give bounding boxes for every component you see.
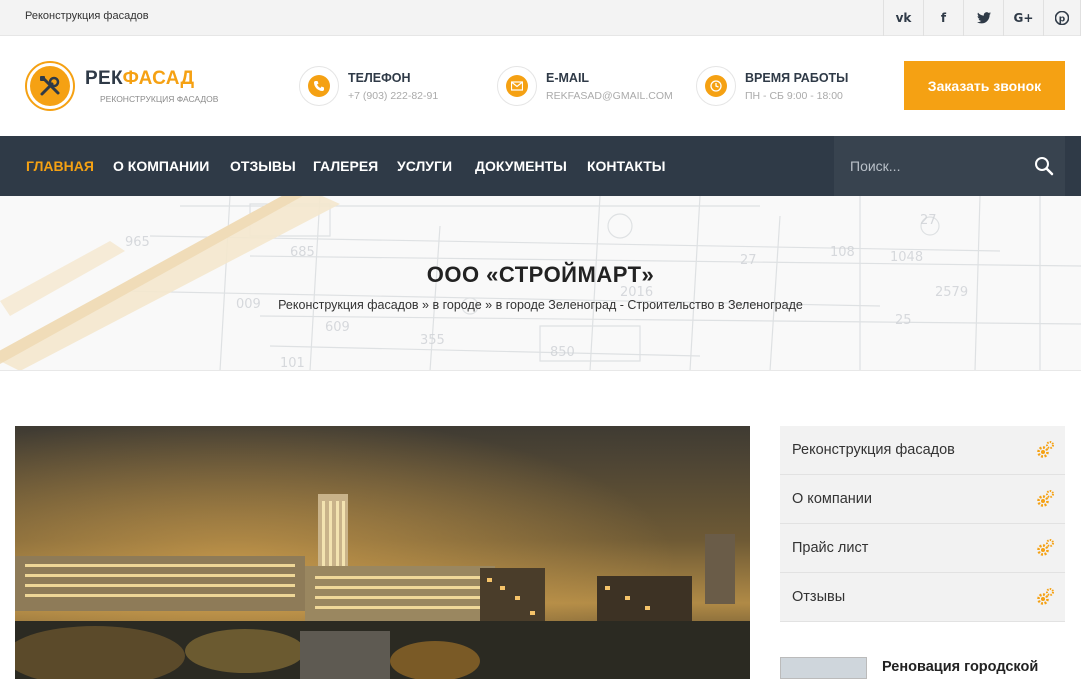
sidebar-menu: Реконструкция фасадов О компании Прайс л… xyxy=(780,426,1065,622)
email-value[interactable]: REKFASAD@GMAIL.COM xyxy=(546,90,673,102)
svg-text:p: p xyxy=(1059,15,1066,25)
nav-item-services[interactable]: УСЛУГИ xyxy=(397,158,452,174)
gear-icon xyxy=(1037,588,1054,605)
nav-item-contacts[interactable]: КОНТАКТЫ xyxy=(587,158,665,174)
mail-icon xyxy=(497,66,537,106)
main-navigation: ГЛАВНАЯ О КОМПАНИИ ОТЗЫВЫ ГАЛЕРЕЯ УСЛУГИ… xyxy=(0,136,1081,196)
sidebar-item[interactable]: О компании xyxy=(780,475,1065,524)
site-tagline: Реконструкция фасадов xyxy=(25,10,149,22)
phone-title: ТЕЛЕФОН xyxy=(348,71,411,85)
order-call-button[interactable]: Заказать звонок xyxy=(904,61,1065,110)
nav-item-home[interactable]: ГЛАВНАЯ xyxy=(26,158,94,174)
pinterest-icon[interactable]: p xyxy=(1043,0,1081,36)
gear-icon xyxy=(1037,539,1054,556)
breadcrumb-item[interactable]: Реконструкция фасадов xyxy=(278,298,418,312)
clock-icon xyxy=(696,66,736,106)
search-icon[interactable] xyxy=(1034,156,1054,176)
gear-icon xyxy=(1037,441,1054,458)
gear-icon xyxy=(1037,490,1054,507)
site-header: РЕКФАСАД РЕКОНСТРУКЦИЯ ФАСАДОВ ТЕЛЕФОН +… xyxy=(0,36,1081,136)
email-title: E-MAIL xyxy=(546,71,590,85)
city-night-photo xyxy=(15,426,750,679)
search-box xyxy=(834,136,1065,196)
google-plus-icon[interactable]: G+ xyxy=(1003,0,1043,36)
sidebar-item[interactable]: Отзывы xyxy=(780,573,1065,622)
nav-item-gallery[interactable]: ГАЛЕРЕЯ xyxy=(313,158,378,174)
breadcrumb-current: в городе Зеленоград - Строительство в Зе… xyxy=(495,298,803,312)
logo-icon[interactable] xyxy=(25,61,75,111)
nav-item-about[interactable]: О КОМПАНИИ xyxy=(113,158,209,174)
sidebar-item[interactable]: Реконструкция фасадов xyxy=(780,426,1065,475)
phone-value[interactable]: +7 (903) 222-82-91 xyxy=(348,90,438,102)
breadcrumb: Реконструкция фасадов » в городе » в гор… xyxy=(278,298,803,312)
facebook-icon[interactable]: f xyxy=(923,0,963,36)
news-thumbnail[interactable] xyxy=(780,657,867,679)
nav-item-documents[interactable]: ДОКУМЕНТЫ xyxy=(475,158,567,174)
twitter-icon[interactable] xyxy=(963,0,1003,36)
page-banner: 27 27 2016 1048 2579 25 609 355 850 101 … xyxy=(0,196,1081,371)
social-links: vk f G+ p xyxy=(883,0,1081,36)
search-input[interactable] xyxy=(834,136,1024,196)
nav-item-reviews[interactable]: ОТЗЫВЫ xyxy=(230,158,296,174)
logo-text[interactable]: РЕКФАСАД xyxy=(85,68,194,90)
logo-subtitle: РЕКОНСТРУКЦИЯ ФАСАДОВ xyxy=(100,94,219,104)
hours-title: ВРЕМЯ РАБОТЫ xyxy=(745,71,849,85)
breadcrumb-item[interactable]: в городе xyxy=(432,298,481,312)
top-bar: Реконструкция фасадов vk f G+ p xyxy=(0,0,1081,36)
news-title[interactable]: Реновация городской xyxy=(882,659,1038,675)
hours-value: ПН - СБ 9:00 - 18:00 xyxy=(745,90,843,102)
sidebar-item[interactable]: Прайс лист xyxy=(780,524,1065,573)
vk-icon[interactable]: vk xyxy=(883,0,923,36)
phone-icon xyxy=(299,66,339,106)
page-title: ООО «СТРОЙМАРТ» xyxy=(426,262,655,287)
